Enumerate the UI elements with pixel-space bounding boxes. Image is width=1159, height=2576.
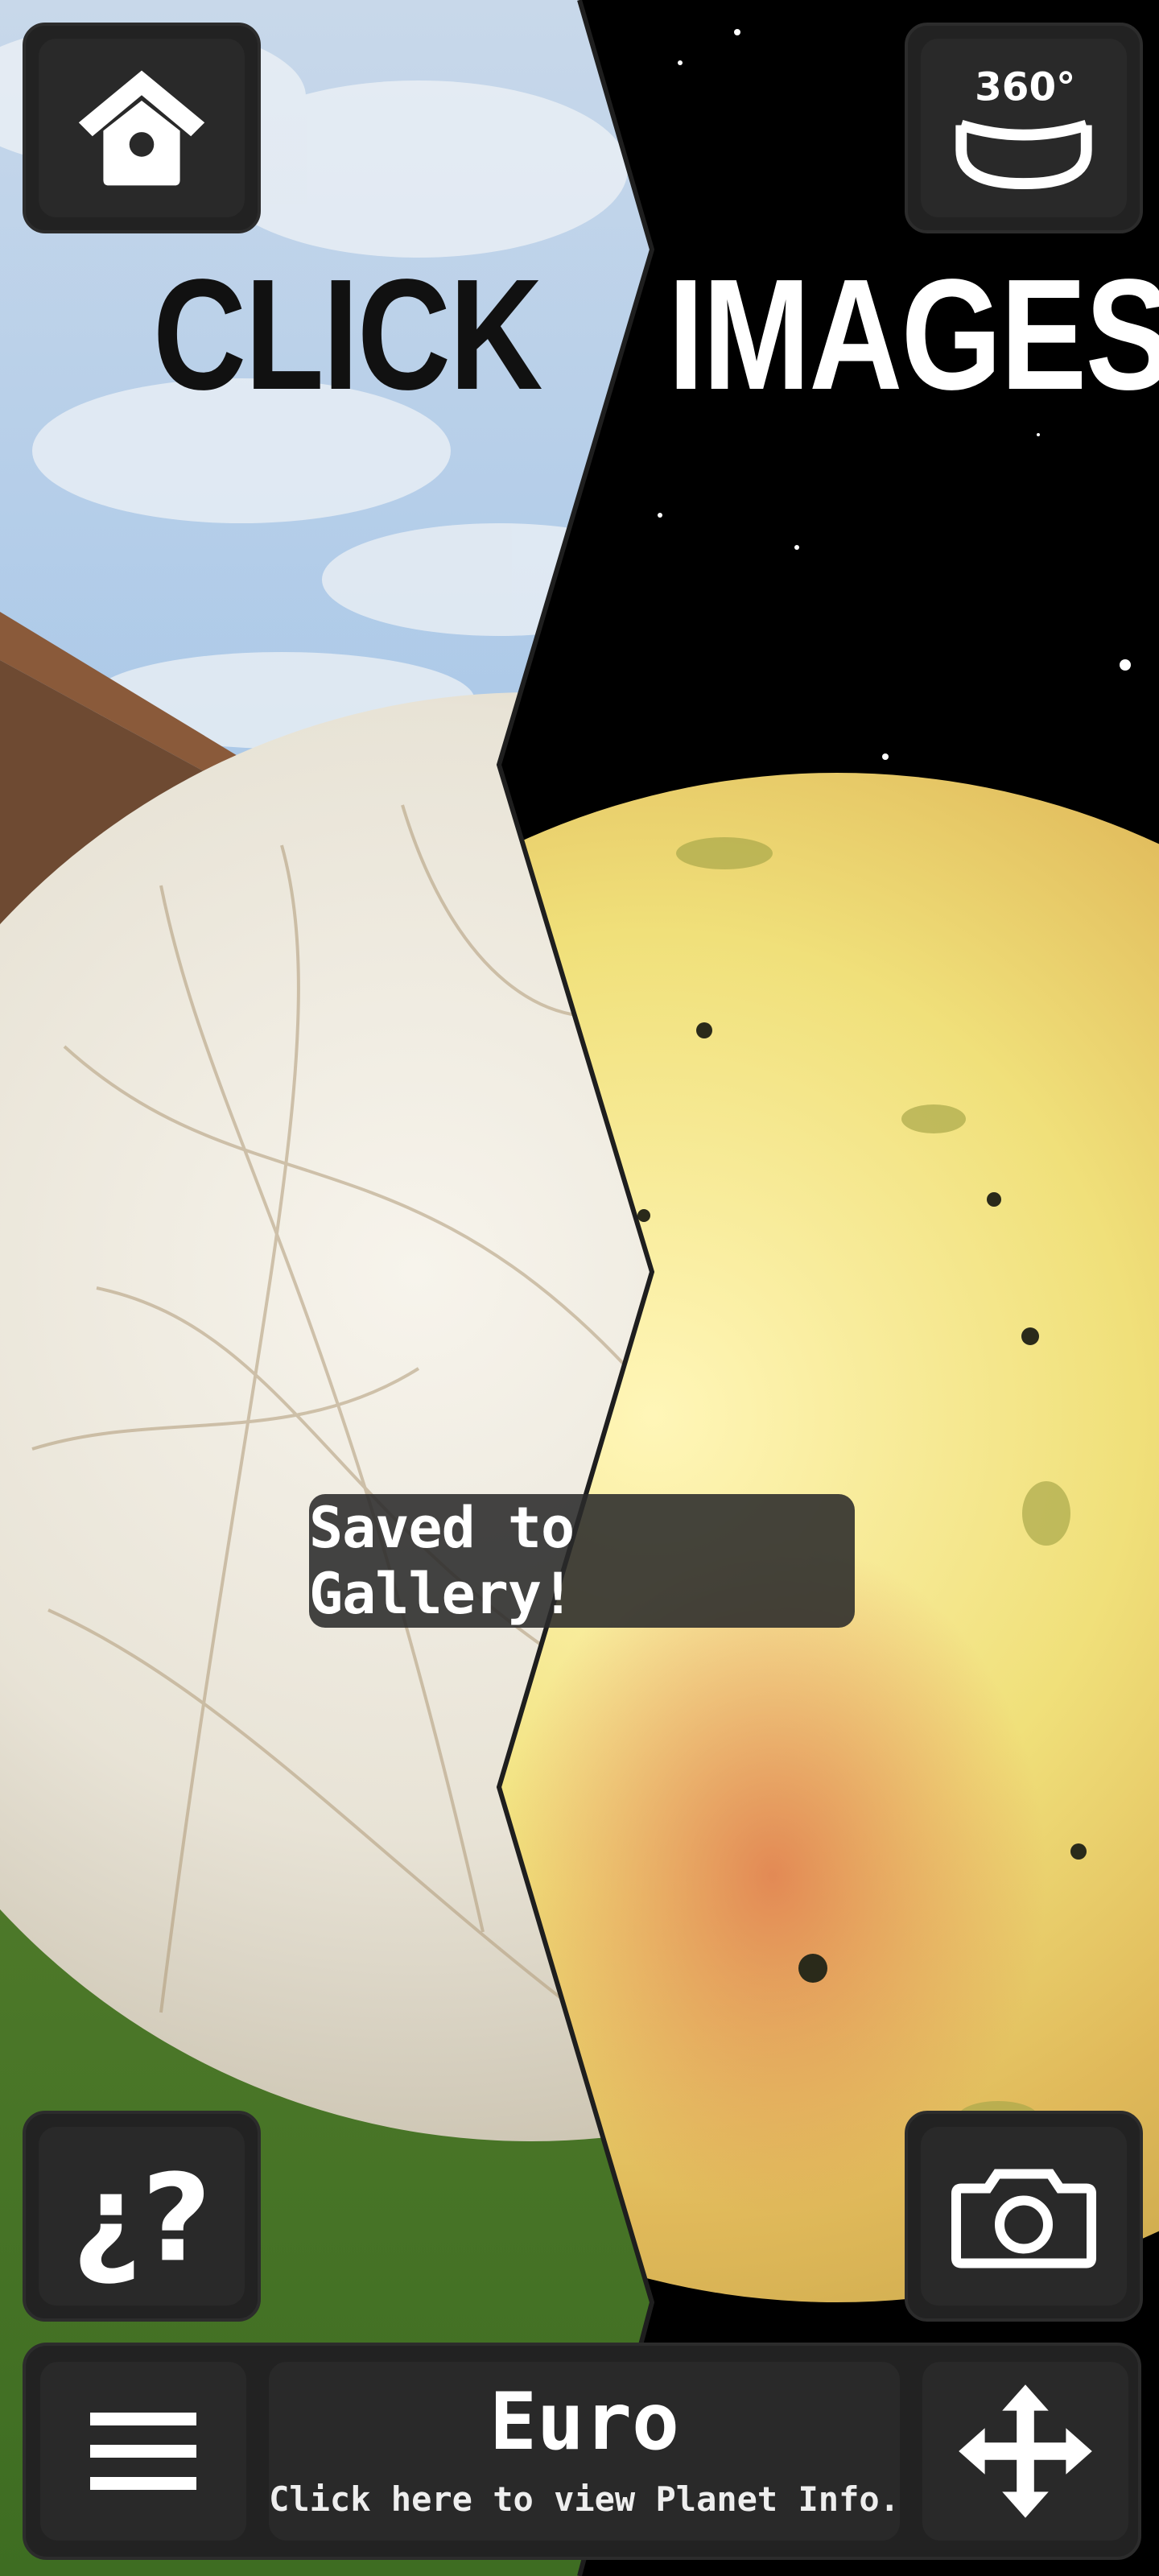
move-icon: [959, 2384, 1092, 2518]
view-360-button[interactable]: 360°: [905, 23, 1143, 233]
planet-name: Euro: [489, 2376, 679, 2468]
view-360-button-face: 360°: [921, 39, 1127, 217]
saved-toast: Saved to Gallery!: [309, 1494, 855, 1628]
svg-text:¿?: ¿?: [72, 2149, 212, 2285]
home-button-face: [39, 39, 245, 217]
camera-icon: [951, 2169, 1096, 2268]
headline-right: IMAGES: [668, 246, 1159, 423]
ar-compare-screen: 360° CLICK IMAGES Saved to Gallery! ¿? E…: [0, 0, 1159, 2576]
menu-icon: [90, 2413, 196, 2490]
view-360-icon: 360°: [955, 64, 1092, 190]
planet-info-button[interactable]: Euro Click here to view Planet Info.: [269, 2362, 900, 2541]
home-icon: [78, 70, 205, 186]
bottom-bar: Euro Click here to view Planet Info.: [23, 2343, 1141, 2560]
help-button-face: ¿?: [39, 2127, 245, 2306]
planet-info-hint: Click here to view Planet Info.: [269, 2479, 900, 2519]
move-button[interactable]: [922, 2362, 1128, 2541]
svg-text:360°: 360°: [975, 64, 1075, 109]
home-button[interactable]: [23, 23, 261, 233]
help-button[interactable]: ¿?: [23, 2111, 261, 2322]
menu-button[interactable]: [40, 2362, 246, 2541]
headline-left: CLICK: [153, 246, 542, 423]
camera-button-face: [921, 2127, 1127, 2306]
camera-button[interactable]: [905, 2111, 1143, 2322]
help-icon: ¿?: [72, 2149, 212, 2285]
